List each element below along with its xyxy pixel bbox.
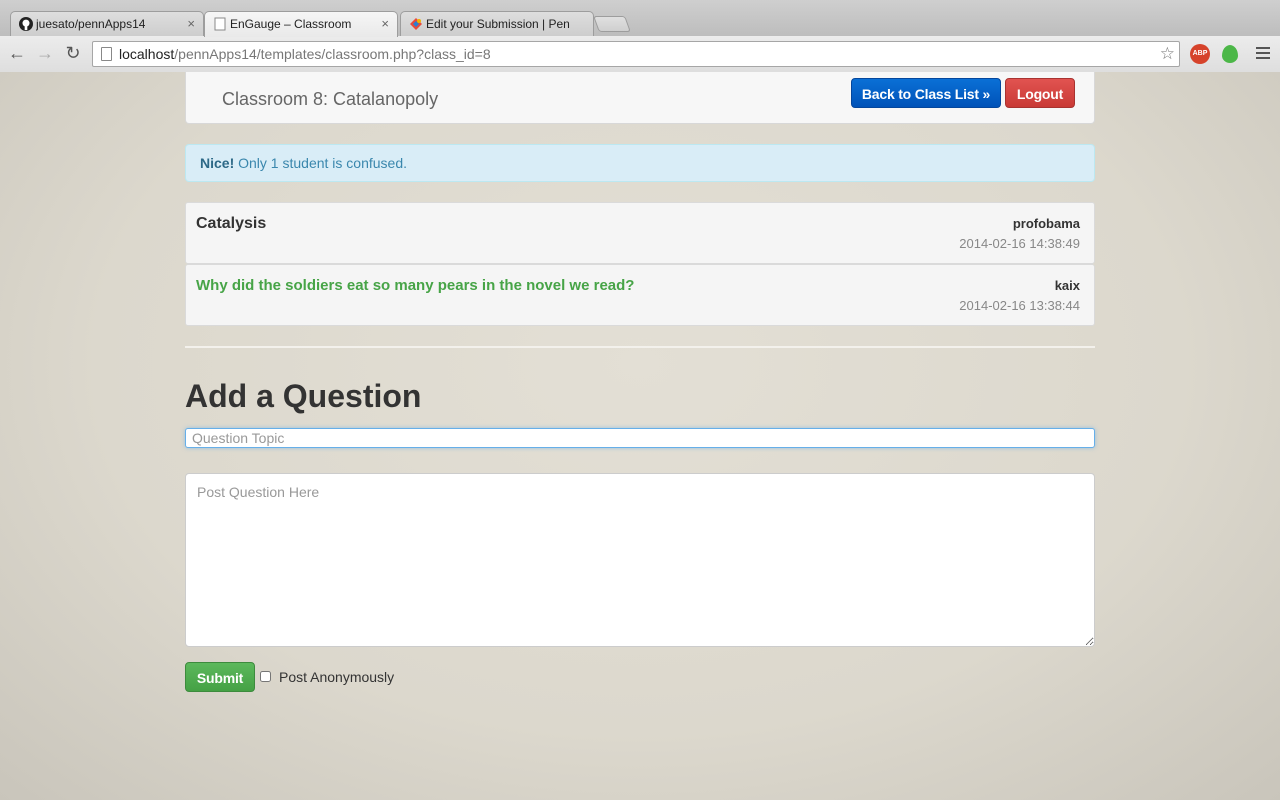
reload-icon[interactable]: ↻ (62, 42, 84, 64)
address-bar[interactable]: localhost/pennApps14/templates/classroom… (92, 41, 1180, 67)
page-icon (101, 47, 112, 61)
question-author: kaix (1054, 278, 1080, 293)
post-question-textarea[interactable] (185, 473, 1095, 647)
page-title: Classroom 8: Catalanopoly (222, 89, 439, 109)
question-title[interactable]: Why did the soldiers eat so many pears i… (196, 277, 634, 294)
submit-button[interactable]: Submit (185, 662, 255, 692)
url-host: localhost (119, 46, 175, 62)
confusion-alert: Nice! Only 1 student is confused. (185, 144, 1095, 182)
tab-label: juesato/pennApps14 (36, 17, 146, 31)
section-divider (185, 346, 1095, 348)
page-icon (214, 17, 226, 31)
menu-icon[interactable] (1256, 47, 1270, 59)
back-arrow-icon[interactable]: ← (6, 42, 28, 64)
devpost-icon (410, 18, 422, 30)
question-row[interactable]: Why did the soldiers eat so many pears i… (185, 264, 1095, 326)
github-icon (19, 17, 33, 31)
question-timestamp: 2014-02-16 14:38:49 (959, 236, 1080, 251)
add-question-heading: Add a Question (185, 378, 422, 414)
extension-green-icon[interactable] (1222, 45, 1238, 63)
tab-github[interactable]: juesato/pennApps14 × (10, 11, 204, 36)
alert-strong: Nice! (200, 155, 235, 171)
page-viewport: Classroom 8: Catalanopoly Back to Class … (0, 72, 1280, 800)
back-to-class-list-button[interactable]: Back to Class List » (851, 78, 1001, 108)
forward-arrow-icon[interactable]: → (34, 42, 56, 64)
browser-chrome: juesato/pennApps14 × EnGauge – Classroom… (0, 0, 1280, 72)
post-anonymously-checkbox[interactable] (260, 671, 271, 682)
tab-label: Edit your Submission | Pen (426, 17, 570, 31)
adblock-icon[interactable]: ABP (1190, 44, 1210, 64)
logout-button[interactable]: Logout (1005, 78, 1075, 108)
question-title[interactable]: Catalysis (196, 215, 266, 233)
close-icon[interactable]: × (381, 16, 389, 31)
tab-strip: juesato/pennApps14 × EnGauge – Classroom… (0, 0, 1280, 37)
new-tab-button[interactable] (593, 16, 631, 32)
classroom-header: Classroom 8: Catalanopoly Back to Class … (185, 72, 1095, 124)
question-topic-input[interactable] (185, 428, 1095, 448)
question-author: profobama (1012, 216, 1080, 231)
question-row[interactable]: Catalysis profobama 2014-02-16 14:38:49 (185, 202, 1095, 264)
alert-message: Only 1 student is confused. (234, 155, 407, 171)
post-anonymously-label[interactable]: Post Anonymously (279, 669, 394, 685)
question-timestamp: 2014-02-16 13:38:44 (959, 298, 1080, 313)
tab-engauge[interactable]: EnGauge – Classroom × (204, 11, 398, 37)
url-path: /pennApps14/templates/classroom.php?clas… (174, 46, 491, 62)
tab-devpost[interactable]: Edit your Submission | Pen (400, 11, 594, 36)
star-icon[interactable]: ☆ (1160, 42, 1175, 66)
browser-toolbar: ← → ↻ localhost/pennApps14/templates/cla… (0, 36, 1280, 72)
close-icon[interactable]: × (187, 16, 195, 31)
tab-label: EnGauge – Classroom (230, 17, 352, 31)
